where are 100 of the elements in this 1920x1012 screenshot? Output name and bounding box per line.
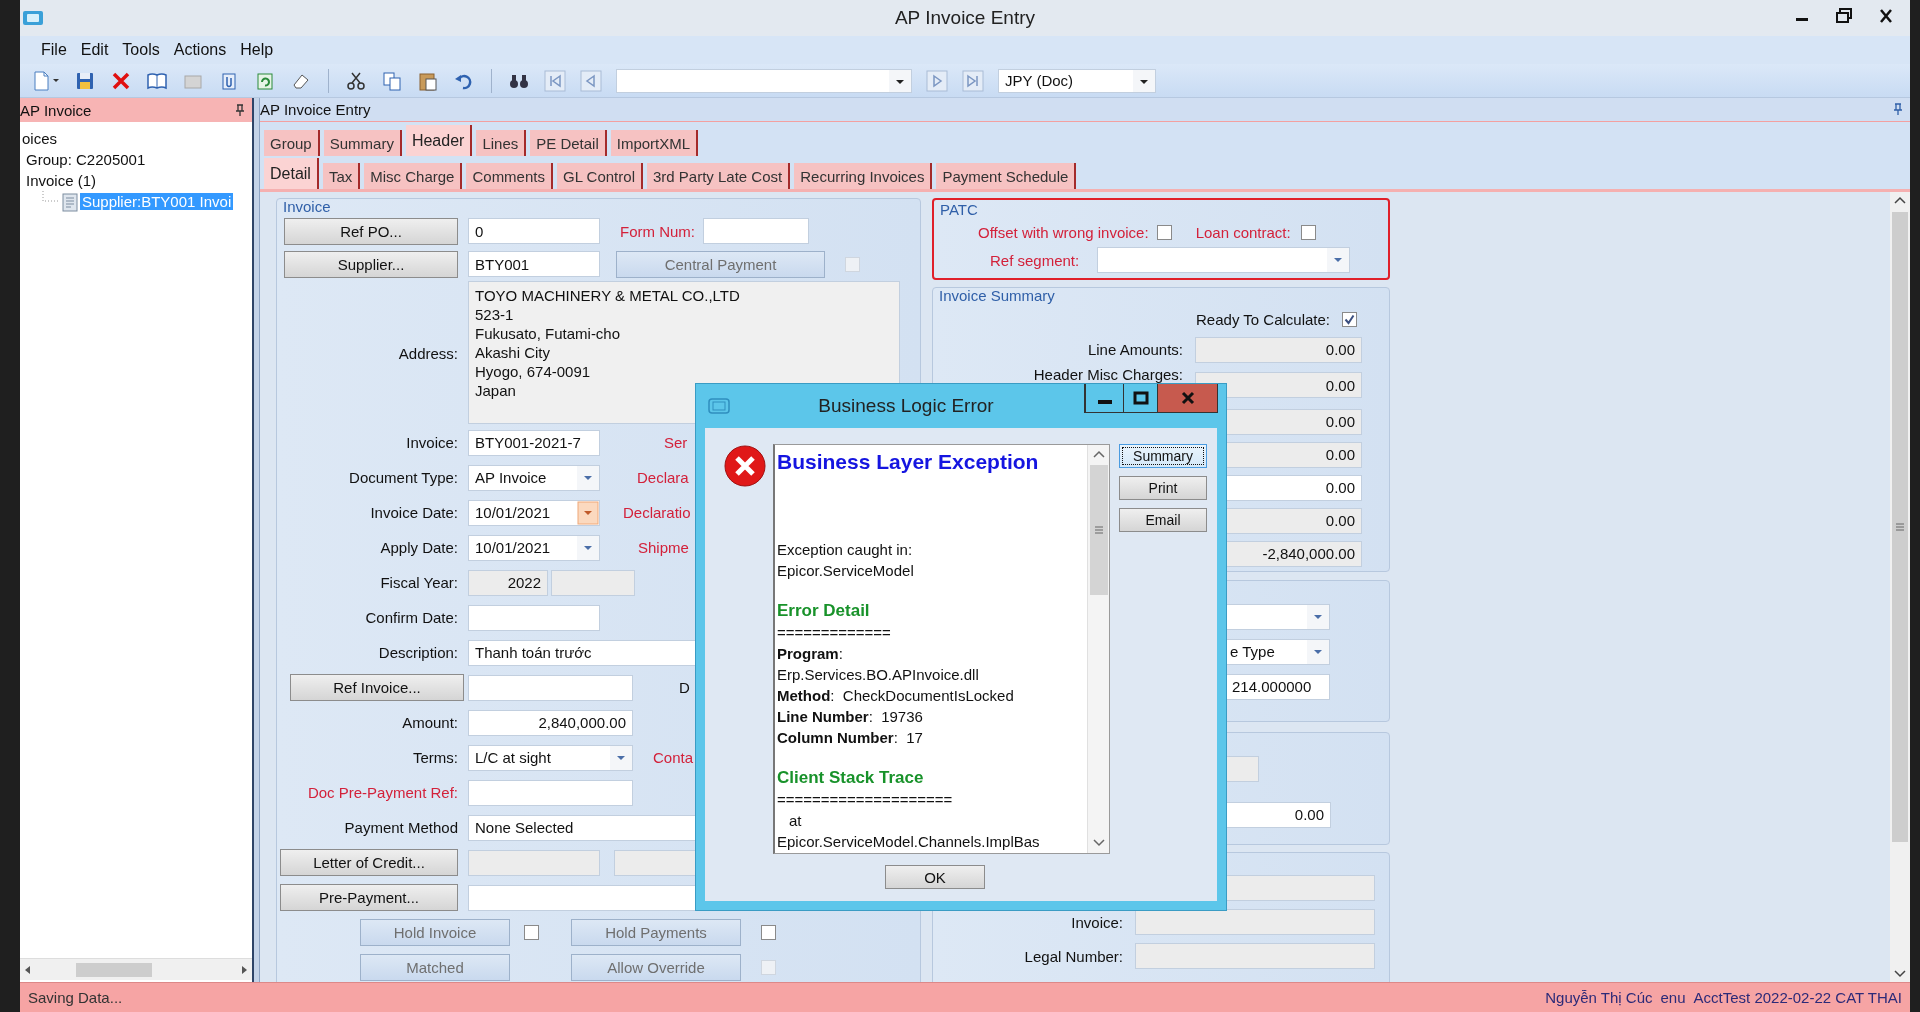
tab[interactable]: Misc Charge	[364, 163, 463, 189]
tab[interactable]: Detail	[264, 158, 319, 189]
tab[interactable]: GL Control	[557, 163, 643, 189]
field-label: Terms:	[412, 749, 458, 766]
copy-icon[interactable]	[381, 69, 403, 92]
user-name: Nguyễn Thị Cúc	[1545, 989, 1653, 1006]
tab[interactable]: 3rd Party Late Cost	[646, 163, 791, 189]
text-field[interactable]: 214.000000	[1225, 673, 1330, 700]
field-label: Document Type:	[348, 469, 458, 486]
tab[interactable]: Summary	[323, 130, 402, 156]
field-label: Declaratio	[623, 504, 691, 521]
field-label: Apply Date:	[379, 539, 458, 556]
panel-splitter[interactable]	[252, 98, 260, 982]
grip-icon[interactable]	[1093, 525, 1104, 535]
app-icon	[708, 398, 730, 414]
dropdown-field[interactable]: L/C at sight	[468, 744, 633, 771]
dialog-button[interactable]: Print	[1119, 476, 1207, 500]
vertical-scrollbar[interactable]	[1087, 445, 1109, 853]
text-field[interactable]	[468, 779, 633, 806]
window-title: AP Invoice Entry	[894, 7, 1036, 28]
field-label: Ser	[664, 434, 688, 451]
tab[interactable]: Group	[264, 130, 320, 156]
tab[interactable]: Payment Schedule	[936, 163, 1077, 189]
form-button[interactable]: Letter of Credit...	[280, 849, 458, 876]
checkbox[interactable]	[1156, 224, 1172, 240]
menu-item[interactable]: Actions	[166, 41, 234, 59]
next-icon[interactable]	[926, 69, 948, 92]
text-field[interactable]: BTY001-2021-7	[468, 429, 600, 456]
last-record-icon[interactable]	[962, 69, 984, 92]
form-button[interactable]: Pre-Payment...	[280, 884, 458, 911]
text-field[interactable]: 0	[468, 218, 600, 244]
field-label: Shipme	[638, 539, 689, 556]
field-label: Legal Number:	[1023, 947, 1123, 965]
toggle-button[interactable]: Matched	[360, 954, 510, 981]
horizontal-scrollbar[interactable]	[20, 958, 252, 980]
vertical-scrollbar[interactable]	[1890, 192, 1910, 982]
currency-dropdown[interactable]: JPY (Doc)	[998, 68, 1156, 93]
dropdown-field[interactable]: AP Invoice	[468, 464, 600, 491]
field-label: Confirm Date:	[364, 609, 458, 626]
text-field[interactable]	[468, 849, 600, 876]
pin-icon[interactable]	[234, 103, 246, 117]
tab[interactable]: Lines	[476, 130, 527, 156]
caret-icon	[577, 535, 599, 560]
form-button[interactable]: Ref PO...	[284, 217, 458, 245]
panel-title: AP Invoice	[20, 101, 92, 119]
ok-button[interactable]: OK	[885, 865, 985, 889]
group-title: PATC	[940, 201, 978, 218]
dropdown-field[interactable]: 10/01/2021	[468, 534, 600, 561]
text-field[interactable]	[1135, 909, 1375, 935]
checkbox[interactable]	[1342, 311, 1357, 327]
text-field[interactable]	[468, 674, 633, 701]
tree-item[interactable]: Group: C2205001	[24, 151, 148, 168]
text-field[interactable]: 0.00	[1195, 372, 1362, 398]
previous-icon[interactable]	[580, 69, 602, 92]
dialog-button[interactable]: Email	[1119, 508, 1207, 532]
tab[interactable]: Header	[405, 125, 473, 156]
panel-title: AP Invoice Entry	[260, 101, 371, 118]
toggle-button[interactable]: Hold Invoice	[360, 919, 510, 946]
dropdown-field[interactable]	[1097, 247, 1351, 273]
caret-icon	[1327, 248, 1350, 272]
field-label: Fiscal Year:	[379, 574, 458, 591]
menu-item[interactable]: Edit	[73, 41, 116, 59]
form-button[interactable]: Supplier...	[284, 250, 458, 278]
grip-icon[interactable]	[1895, 522, 1905, 532]
tab[interactable]: Recurring Invoices	[794, 163, 933, 189]
checkbox[interactable]	[1300, 224, 1316, 240]
menu-item[interactable]: Help	[233, 41, 281, 59]
text-field[interactable]	[1135, 943, 1375, 969]
tab[interactable]: PE Detail	[530, 130, 607, 156]
field-label: Loan contract:	[1195, 223, 1291, 241]
group-title: Invoice Summary	[939, 287, 1055, 304]
tree-item[interactable]: oices	[20, 130, 60, 147]
checkbox[interactable]	[761, 925, 776, 940]
tab[interactable]: Tax	[322, 163, 361, 189]
text-field[interactable]: BTY001	[468, 251, 600, 277]
text-field[interactable]: 0.00	[1195, 336, 1362, 363]
text-field[interactable]: 2,840,000.00	[468, 709, 633, 736]
pin-icon[interactable]	[1892, 103, 1904, 116]
tab[interactable]: Comments	[466, 163, 553, 189]
text-field[interactable]: 2022	[468, 569, 548, 596]
text-field[interactable]	[468, 604, 600, 631]
checkbox[interactable]	[524, 925, 539, 940]
field-label: Offset with wrong invoice:	[978, 223, 1149, 241]
text-field[interactable]	[703, 218, 809, 244]
tab[interactable]: ImportXML	[610, 130, 699, 156]
environment-info: AcctTest 2022-02-22 CAT THAI	[1693, 989, 1902, 1006]
text-field[interactable]	[551, 569, 635, 596]
dropdown-field[interactable]: 10/01/2021	[468, 499, 600, 526]
dialog-button[interactable]: Summary	[1119, 444, 1207, 468]
tree-item[interactable]: Invoice (1)	[24, 172, 99, 189]
toggle-button[interactable]: Allow Override	[571, 954, 741, 981]
menu-item[interactable]: File	[34, 41, 74, 59]
field-label: Amount:	[401, 714, 458, 731]
first-record-icon[interactable]	[544, 69, 566, 92]
form-button[interactable]: Ref Invoice...	[290, 674, 464, 701]
toggle-button[interactable]: Central Payment	[616, 250, 825, 278]
menu-item[interactable]: Tools	[115, 41, 167, 59]
field-label: Form Num:	[620, 222, 695, 240]
toggle-button[interactable]: Hold Payments	[571, 919, 741, 946]
field-label: Ready To Calculate:	[1195, 310, 1330, 328]
